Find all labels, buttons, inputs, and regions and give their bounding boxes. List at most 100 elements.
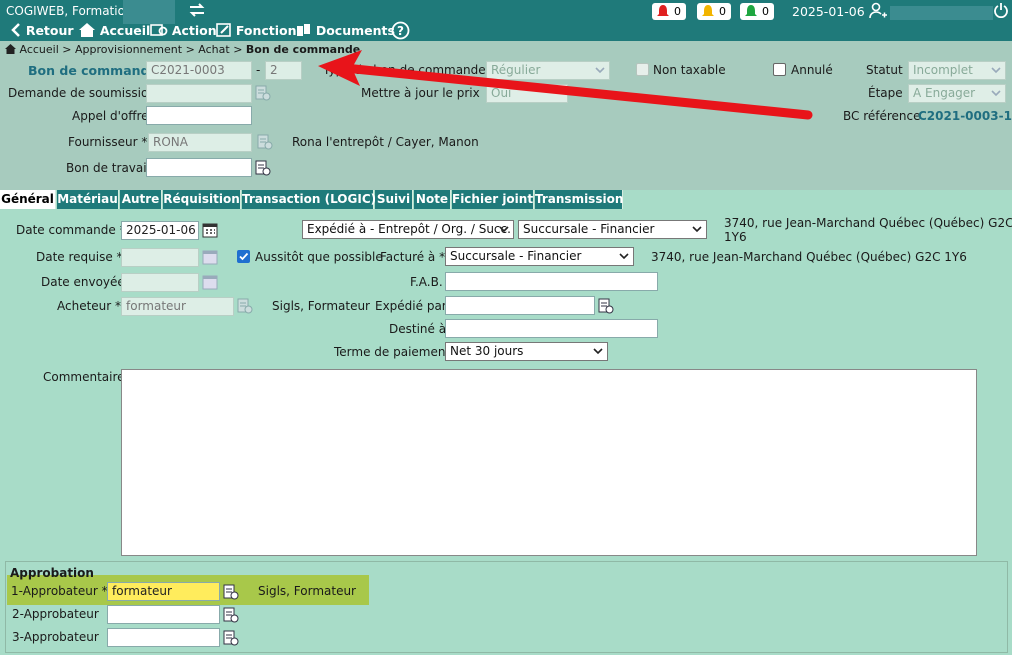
lookup-icon[interactable] xyxy=(254,84,272,102)
chevron-down-icon xyxy=(595,67,605,74)
tab-general[interactable]: Général xyxy=(0,190,56,209)
calendar-icon[interactable] xyxy=(201,221,219,239)
expedie-address-line2: 1Y6 xyxy=(724,230,747,244)
approbateur1-field[interactable]: formateur xyxy=(107,582,220,601)
demande-label: Demande de soumission xyxy=(8,86,156,100)
lookup-icon[interactable] xyxy=(222,629,240,647)
back-button[interactable]: Retour xyxy=(10,22,74,38)
non-taxable-checkbox[interactable] xyxy=(636,63,649,76)
documents-button[interactable]: Documents xyxy=(295,22,395,38)
aussitot-checkbox[interactable] xyxy=(237,250,250,263)
documents-icon xyxy=(297,24,310,36)
expedie-par-field[interactable] xyxy=(445,296,595,315)
tab-autre[interactable]: Autre xyxy=(120,190,162,209)
date-req-label: Date requise * xyxy=(36,250,123,264)
bc-seq-field[interactable]: 2 xyxy=(265,61,302,80)
approbateur1-label: 1-Approbateur * xyxy=(11,584,108,598)
approbateur2-field[interactable] xyxy=(107,605,220,624)
bc-ref-link[interactable]: C2021-0003-1 xyxy=(918,109,1012,123)
lookup-icon[interactable] xyxy=(597,297,615,315)
bell-yellow-icon xyxy=(702,5,714,16)
bc-number-field[interactable]: C2021-0003 xyxy=(146,61,252,80)
help-icon[interactable]: ? xyxy=(391,21,410,43)
acheteur-label: Acheteur * xyxy=(57,299,122,313)
chevron-down-icon xyxy=(692,226,702,233)
alert-green-counter[interactable]: 0 xyxy=(740,3,774,20)
tab-transmission[interactable]: Transmission xyxy=(535,190,623,209)
alert-red-counter[interactable]: 0 xyxy=(652,3,686,20)
date-env-label: Date envoyée xyxy=(41,275,125,289)
action-button[interactable]: Action xyxy=(150,22,217,38)
lookup-icon[interactable] xyxy=(222,606,240,624)
type-select[interactable]: Régulier xyxy=(486,61,610,80)
app-title-redacted xyxy=(123,0,175,24)
power-icon[interactable] xyxy=(993,2,1009,21)
maj-prix-select[interactable]: Oui xyxy=(486,84,568,103)
fournisseur-label: Fournisseur * xyxy=(68,135,148,149)
home-button[interactable]: Accueil xyxy=(78,22,150,38)
fournisseur-field[interactable]: RONA xyxy=(148,133,252,152)
tab-note[interactable]: Note xyxy=(414,190,451,209)
date-env-field[interactable] xyxy=(121,273,199,292)
bc-ref-label: BC référence xyxy=(843,109,921,123)
alert-yellow-counter[interactable]: 0 xyxy=(697,3,731,20)
fab-field[interactable] xyxy=(445,272,658,291)
bell-green-icon xyxy=(745,5,757,16)
home-label: Accueil xyxy=(99,23,151,38)
tab-suivi[interactable]: Suivi xyxy=(375,190,413,209)
date-cmd-label: Date commande * xyxy=(16,223,126,237)
gear-icon xyxy=(150,24,168,36)
app-title: COGIWEB, Formation xyxy=(6,4,133,18)
annule-label: Annulé xyxy=(791,63,833,77)
home-icon xyxy=(5,44,16,54)
statut-label: Statut xyxy=(866,63,903,77)
calendar-icon[interactable] xyxy=(201,273,219,291)
tab-materiau[interactable]: Matériau xyxy=(57,190,119,209)
statut-select-value: Incomplet xyxy=(913,63,973,77)
expedie-par-label: Expédié par xyxy=(375,299,447,313)
bon-travail-label: Bon de travail xyxy=(66,161,150,175)
lookup-icon[interactable] xyxy=(236,297,254,315)
statut-select[interactable]: Incomplet xyxy=(908,61,1006,80)
breadcrumb-l1[interactable]: Approvisionnement xyxy=(75,43,182,56)
etape-select[interactable]: A Engager xyxy=(908,84,1006,103)
breadcrumb-home[interactable]: Accueil xyxy=(20,43,59,56)
lookup-icon[interactable] xyxy=(256,133,274,151)
date-cmd-field[interactable]: 2025-01-06 xyxy=(121,221,199,240)
tab-transaction[interactable]: Transaction (LOGIC) xyxy=(242,190,376,209)
tab-fichier-joint[interactable]: Fichier joint xyxy=(452,190,534,209)
bc-dash: - xyxy=(256,63,261,77)
date-req-field[interactable] xyxy=(121,248,199,267)
demande-field[interactable] xyxy=(146,84,252,103)
home-icon xyxy=(79,23,95,37)
annule-checkbox[interactable] xyxy=(773,63,786,76)
approbateur3-field[interactable] xyxy=(107,628,220,647)
breadcrumb-l2[interactable]: Achat xyxy=(198,43,229,56)
appel-field[interactable] xyxy=(146,106,252,125)
breadcrumb-sep: > xyxy=(233,43,243,56)
facture-select[interactable]: Succursale - Financier xyxy=(445,247,634,266)
facture-label: Facturé à * xyxy=(380,250,446,264)
succursale-select[interactable]: Succursale - Financier xyxy=(518,220,707,239)
bon-travail-field[interactable] xyxy=(146,158,252,177)
bell-red-icon xyxy=(657,5,669,16)
acheteur-field[interactable]: formateur xyxy=(121,297,234,316)
etape-label: Étape xyxy=(868,86,903,100)
calendar-icon[interactable] xyxy=(201,248,219,266)
breadcrumb-sep: > xyxy=(62,43,72,56)
terme-select[interactable]: Net 30 jours xyxy=(445,342,608,361)
destine-field[interactable] xyxy=(445,319,658,338)
svg-text:?: ? xyxy=(397,24,404,38)
non-taxable-label: Non taxable xyxy=(653,63,726,77)
swap-icon[interactable] xyxy=(188,1,206,22)
lookup-icon[interactable] xyxy=(254,159,272,177)
maj-prix-label: Mettre à jour le prix xyxy=(361,86,480,100)
commentaire-textarea[interactable] xyxy=(121,369,977,556)
destine-label: Destiné à xyxy=(389,322,447,336)
expedie-a-select[interactable]: Expédié à - Entrepôt / Org. / Succ. xyxy=(302,220,514,239)
function-button[interactable]: Fonction xyxy=(216,22,297,38)
tab-requisition[interactable]: Réquisition xyxy=(163,190,241,209)
chevron-left-icon xyxy=(11,23,20,37)
user-icon[interactable] xyxy=(868,2,888,23)
lookup-icon[interactable] xyxy=(222,583,240,601)
